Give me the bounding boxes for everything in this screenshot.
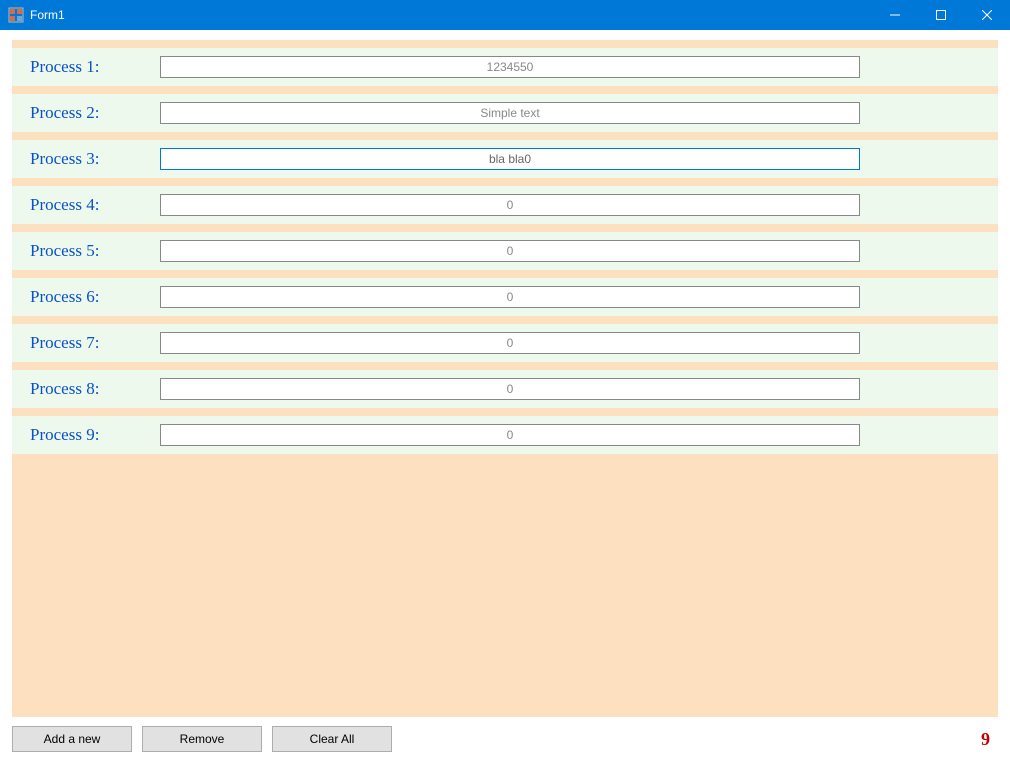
process-row: Process 2: bbox=[12, 94, 998, 132]
process-input[interactable] bbox=[160, 148, 860, 170]
client-area: Process 1: Process 2: Process 3: Process 4:… bbox=[0, 30, 1010, 761]
process-input[interactable] bbox=[160, 332, 860, 354]
maximize-button[interactable] bbox=[918, 0, 964, 30]
process-input[interactable] bbox=[160, 194, 860, 216]
bottom-bar: Add a new Remove Clear All 9 bbox=[12, 717, 998, 753]
minimize-button[interactable] bbox=[872, 0, 918, 30]
process-label: Process 3: bbox=[30, 149, 160, 169]
process-row: Process 1: bbox=[12, 48, 998, 86]
process-row: Process 3: bbox=[12, 140, 998, 178]
process-label: Process 6: bbox=[30, 287, 160, 307]
process-label: Process 9: bbox=[30, 425, 160, 445]
process-counter: 9 bbox=[981, 729, 998, 750]
process-label: Process 7: bbox=[30, 333, 160, 353]
process-label: Process 8: bbox=[30, 379, 160, 399]
process-label: Process 2: bbox=[30, 103, 160, 123]
process-row: Process 6: bbox=[12, 278, 998, 316]
window-title: Form1 bbox=[30, 8, 65, 22]
process-input[interactable] bbox=[160, 240, 860, 262]
process-input[interactable] bbox=[160, 424, 860, 446]
process-input[interactable] bbox=[160, 378, 860, 400]
process-label: Process 5: bbox=[30, 241, 160, 261]
process-row: Process 5: bbox=[12, 232, 998, 270]
add-button[interactable]: Add a new bbox=[12, 726, 132, 752]
process-label: Process 1: bbox=[30, 57, 160, 77]
title-bar: Form1 bbox=[0, 0, 1010, 30]
process-input[interactable] bbox=[160, 56, 860, 78]
process-input[interactable] bbox=[160, 102, 860, 124]
clear-all-button[interactable]: Clear All bbox=[272, 726, 392, 752]
process-row: Process 8: bbox=[12, 370, 998, 408]
process-input[interactable] bbox=[160, 286, 860, 308]
process-label: Process 4: bbox=[30, 195, 160, 215]
process-row: Process 7: bbox=[12, 324, 998, 362]
close-button[interactable] bbox=[964, 0, 1010, 30]
process-list: Process 1: Process 2: Process 3: Process 4:… bbox=[12, 40, 998, 717]
process-row: Process 4: bbox=[12, 186, 998, 224]
remove-button[interactable]: Remove bbox=[142, 726, 262, 752]
app-icon bbox=[8, 7, 24, 23]
process-row: Process 9: bbox=[12, 416, 998, 454]
